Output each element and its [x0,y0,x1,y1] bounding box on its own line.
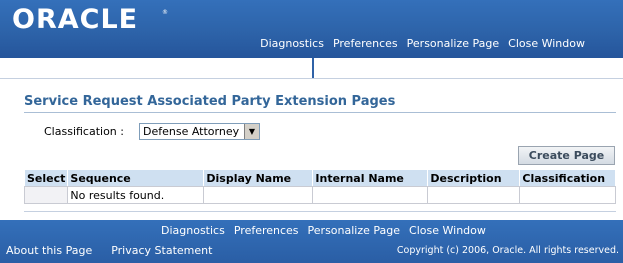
footer-secondary-links: About this Page Privacy Statement [6,244,212,257]
page-title: Service Request Associated Party Extensi… [24,94,396,109]
empty-cell [203,186,314,204]
registered-mark: ® [162,9,168,16]
empty-cell [427,186,521,204]
column-display-name[interactable]: Display Name [203,169,314,187]
no-results-message: No results found. [67,186,205,204]
classification-value: Defense Attorney [143,125,240,138]
content-rule [24,211,616,212]
column-classification[interactable]: Classification [519,169,616,187]
copyright-text: Copyright (c) 2006, Oracle. All rights r… [396,245,619,256]
column-select: Select [23,169,69,187]
table-row: No results found. [23,186,616,204]
footer-preferences-link[interactable]: Preferences [234,224,299,237]
classification-label: Classification : [44,125,124,138]
empty-select-cell [23,186,69,204]
column-internal-name[interactable]: Internal Name [312,169,429,187]
global-footer: Diagnostics Preferences Personalize Page… [0,220,623,263]
about-this-page-link[interactable]: About this Page [6,244,92,257]
diagnostics-link[interactable]: Diagnostics [260,37,324,50]
table-header-row: Select Sequence Display Name Internal Na… [23,169,616,187]
close-window-link[interactable]: Close Window [508,37,585,50]
footer-close-window-link[interactable]: Close Window [409,224,486,237]
classification-select[interactable]: Defense Attorney ▼ [139,123,260,140]
privacy-statement-link[interactable]: Privacy Statement [111,244,212,257]
empty-cell [519,186,616,204]
empty-cell [312,186,429,204]
footer-diagnostics-link[interactable]: Diagnostics [161,224,225,237]
create-page-button[interactable]: Create Page [518,146,615,165]
global-links: Diagnostics Preferences Personalize Page… [260,37,585,50]
results-table: Select Sequence Display Name Internal Na… [23,169,616,204]
column-description[interactable]: Description [427,169,521,187]
footer-links: Diagnostics Preferences Personalize Page… [161,224,486,237]
global-header: ORACLE ® Diagnostics Preferences Persona… [0,0,623,58]
header-rule [0,78,623,79]
personalize-page-link[interactable]: Personalize Page [407,37,500,50]
footer-personalize-page-link[interactable]: Personalize Page [308,224,401,237]
oracle-logo: ORACLE [12,4,139,35]
title-rule [24,112,616,113]
column-sequence[interactable]: Sequence [67,169,205,187]
header-divider [312,58,314,78]
chevron-down-icon[interactable]: ▼ [244,124,259,139]
preferences-link[interactable]: Preferences [333,37,398,50]
